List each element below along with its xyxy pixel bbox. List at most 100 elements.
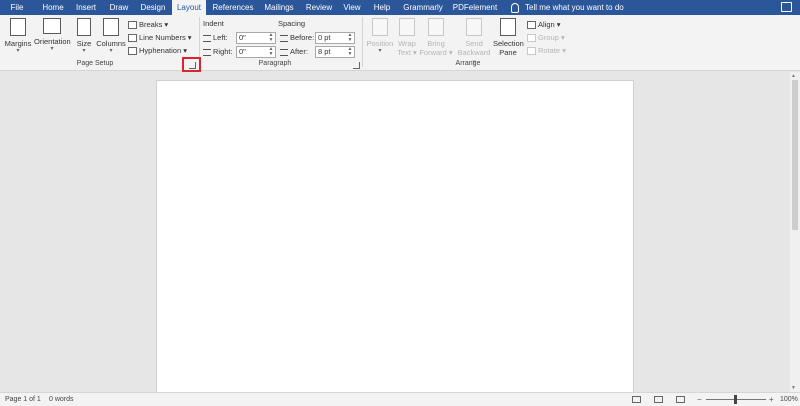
selection-pane-icon (500, 18, 516, 36)
tab-grammarly[interactable]: Grammarly (400, 0, 446, 15)
breaks-button[interactable]: Breaks ▾ (128, 19, 168, 30)
tell-me-search[interactable]: Tell me what you want to do (511, 0, 624, 15)
spinner-arrows-icon[interactable]: ▲ ▼ (347, 47, 353, 57)
tab-help[interactable]: Help (368, 0, 396, 15)
ribbon-tab-bar: File Home Insert Draw Design Layout Refe… (0, 0, 800, 15)
tab-layout[interactable]: Layout (172, 0, 206, 15)
zoom-out-button[interactable]: − (697, 393, 702, 406)
indent-left-text: Left: (213, 33, 228, 42)
print-layout-icon[interactable] (654, 396, 663, 403)
send-backward-label-2: Backward (457, 48, 491, 57)
align-label: Align (538, 20, 555, 29)
spacing-before-value: 0 pt (318, 33, 331, 42)
indent-right-input[interactable]: 0" ▲ ▼ (236, 46, 276, 58)
zoom-slider-thumb[interactable] (734, 395, 737, 404)
zoom-level[interactable]: 100% (780, 393, 798, 406)
indent-right-label: Right: (203, 46, 233, 58)
align-button[interactable]: Align ▾ (527, 19, 561, 30)
group-divider (362, 17, 363, 67)
columns-icon (103, 18, 119, 36)
status-bar: Page 1 of 1 0 words − + 100% (0, 392, 800, 406)
position-button[interactable]: Position ▾ (365, 18, 395, 54)
rotate-icon (527, 47, 536, 56)
columns-label: Columns (96, 39, 126, 48)
tab-pdfelement[interactable]: PDFelement (450, 0, 500, 15)
line-numbers-button[interactable]: Line Numbers ▾ (128, 32, 192, 43)
tab-design[interactable]: Design (136, 0, 170, 15)
word-count[interactable]: 0 words (49, 393, 74, 406)
line-numbers-label: Line Numbers (139, 33, 186, 42)
comments-icon[interactable] (781, 2, 792, 12)
spacing-before-text: Before: (290, 33, 315, 42)
size-icon (77, 18, 91, 36)
columns-button[interactable]: Columns ▾ (96, 18, 126, 54)
margins-icon (10, 18, 26, 36)
wrap-text-button[interactable]: Wrap Text ▾ (396, 18, 418, 57)
group-icon (527, 34, 536, 43)
tab-review[interactable]: Review (302, 0, 336, 15)
indent-left-icon (203, 34, 211, 42)
selection-pane-button[interactable]: Selection Pane (493, 18, 524, 57)
chevron-down-icon: ▾ (109, 48, 113, 54)
tab-insert[interactable]: Insert (70, 0, 102, 15)
paragraph-group-label: Paragraph (258, 60, 292, 67)
indent-right-value: 0" (239, 47, 246, 56)
send-backward-icon (466, 18, 482, 36)
tab-file[interactable]: File (0, 0, 34, 15)
margins-button[interactable]: Margins ▾ (4, 18, 32, 54)
bring-forward-label-2: Forward (419, 48, 447, 57)
scrollbar-thumb[interactable] (792, 80, 798, 230)
indent-right-icon (203, 48, 211, 56)
paragraph-dialog-launcher-icon[interactable] (353, 62, 360, 69)
vertical-scrollbar[interactable]: ▲ ▼ (790, 72, 800, 392)
spacing-after-label: After: (280, 46, 308, 58)
send-backward-label-1: Send (465, 39, 483, 48)
size-button[interactable]: Size ▾ (74, 18, 94, 54)
group-button[interactable]: Group ▾ (527, 32, 565, 43)
chevron-down-icon: ▾ (16, 48, 20, 54)
breaks-label: Breaks (139, 20, 163, 29)
send-backward-button[interactable]: Send Backward ▾ (455, 18, 493, 66)
wrap-text-icon (399, 18, 415, 36)
indent-label: Indent (203, 19, 224, 28)
document-page[interactable] (156, 80, 634, 396)
read-mode-icon[interactable] (632, 396, 641, 403)
margins-label: Margins (4, 39, 32, 48)
document-area (0, 72, 790, 396)
scroll-down-icon[interactable]: ▼ (791, 385, 796, 391)
wrap-text-label-2: Text (397, 48, 411, 57)
web-layout-icon[interactable] (676, 396, 685, 403)
tab-home[interactable]: Home (36, 0, 70, 15)
indent-right-text: Right: (213, 47, 233, 56)
chevron-down-icon: ▾ (50, 46, 54, 52)
indent-left-input[interactable]: 0" ▲ ▼ (236, 32, 276, 44)
bring-forward-icon (428, 18, 444, 36)
tab-mailings[interactable]: Mailings (258, 0, 300, 15)
orientation-button[interactable]: Orientation ▾ (34, 18, 71, 52)
spacing-after-input[interactable]: 8 pt ▲ ▼ (315, 46, 355, 58)
size-label: Size (76, 39, 92, 48)
spinner-arrows-icon[interactable]: ▲ ▼ (268, 47, 274, 57)
spacing-before-input[interactable]: 0 pt ▲ ▼ (315, 32, 355, 44)
tab-view[interactable]: View (338, 0, 366, 15)
rotate-button[interactable]: Rotate ▾ (527, 45, 566, 56)
bring-forward-label-1: Bring (427, 39, 445, 48)
selection-pane-label-1: Selection (493, 39, 524, 48)
lightbulb-icon (511, 2, 519, 13)
spinner-arrows-icon[interactable]: ▲ ▼ (347, 33, 353, 43)
breaks-icon (128, 21, 137, 30)
page-count[interactable]: Page 1 of 1 (5, 393, 41, 406)
bring-forward-button[interactable]: Bring Forward ▾ (419, 18, 453, 57)
tab-references[interactable]: References (210, 0, 256, 15)
spacing-before-icon (280, 34, 288, 42)
hyphenation-icon (128, 47, 137, 56)
tab-draw[interactable]: Draw (104, 0, 134, 15)
spinner-arrows-icon[interactable]: ▲ ▼ (268, 33, 274, 43)
zoom-in-button[interactable]: + (769, 393, 774, 406)
tell-me-text: Tell me what you want to do (525, 3, 624, 12)
scroll-up-icon[interactable]: ▲ (791, 73, 796, 79)
rotate-label: Rotate (538, 46, 561, 55)
hyphenation-button[interactable]: Hyphenation ▾ (128, 45, 187, 56)
group-label: Group (538, 33, 559, 42)
page-setup-group-label: Page Setup (76, 60, 114, 67)
